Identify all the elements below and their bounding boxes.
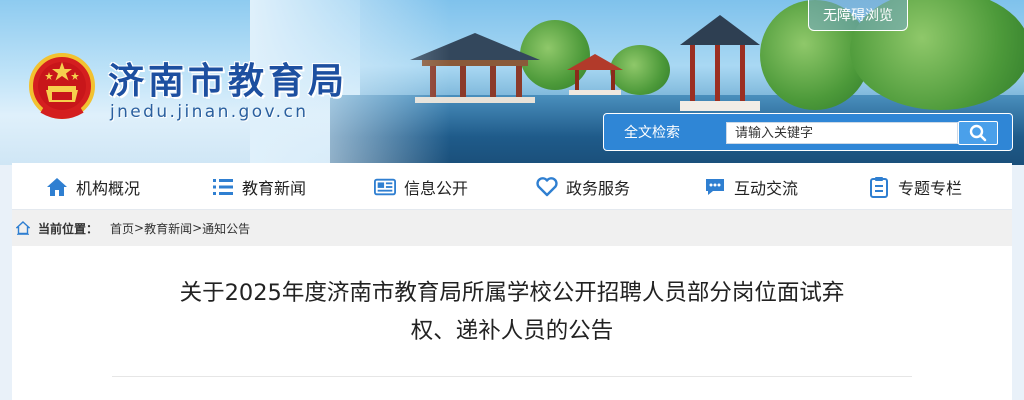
banner-pavilion — [567, 54, 623, 95]
nav-item-label: 信息公开 — [404, 178, 469, 198]
nav-item-label: 政务服务 — [566, 178, 631, 198]
breadcrumb-news-link[interactable]: 教育新闻 — [144, 220, 192, 237]
clipboard-icon — [868, 176, 890, 198]
national-emblem-icon — [29, 53, 95, 119]
header-banner: 济南市教育局 jnedu.jinan.gov.cn 无障碍浏览 全文检索 — [0, 0, 1024, 165]
nav-item-label: 专题专栏 — [898, 178, 963, 198]
document-icon — [374, 176, 396, 198]
nav-item-label: 互动交流 — [734, 178, 799, 198]
article-title-line: 权、递补人员的公告 — [410, 318, 614, 344]
banner-pavilion — [680, 15, 760, 111]
location-home-icon — [16, 221, 30, 235]
chat-icon — [704, 176, 726, 198]
search-icon — [969, 124, 987, 142]
nav-item-label: 机构概况 — [76, 178, 141, 198]
nav-item-disclosure[interactable]: 信息公开 — [374, 163, 468, 210]
main-nav: 机构概况 教育新闻 信息公开 政务服务 互动交流 专题专栏 — [12, 163, 1012, 210]
breadcrumb-separator: > — [134, 221, 145, 235]
breadcrumb-notice-link[interactable]: 通知公告 — [202, 220, 250, 237]
article-title-line: 关于2025年度济南市教育局所属学校公开招聘人员部分岗位面试弃 — [179, 280, 845, 306]
site-domain: jnedu.jinan.gov.cn — [110, 102, 309, 122]
nav-item-news[interactable]: 教育新闻 — [212, 163, 306, 210]
breadcrumb-label: 当前位置： — [38, 221, 99, 236]
breadcrumb-home-link[interactable]: 首页 — [110, 220, 134, 237]
article-title: 关于2025年度济南市教育局所属学校公开招聘人员部分岗位面试弃 权、递补人员的公… — [122, 274, 902, 350]
search-box: 全文检索 — [603, 113, 1013, 151]
search-button[interactable] — [958, 121, 998, 145]
heart-icon — [536, 176, 558, 198]
nav-item-interaction[interactable]: 互动交流 — [704, 163, 798, 210]
nav-item-organization[interactable]: 机构概况 — [46, 163, 140, 210]
home-icon — [46, 176, 68, 198]
title-divider — [112, 376, 912, 377]
breadcrumb-separator: > — [192, 221, 203, 235]
nav-item-label: 教育新闻 — [242, 178, 307, 198]
site-title[interactable]: 济南市教育局 — [108, 52, 348, 104]
article-panel: 关于2025年度济南市教育局所属学校公开招聘人员部分岗位面试弃 权、递补人员的公… — [12, 246, 1012, 400]
breadcrumb: 当前位置： 首页 > 教育新闻 > 通知公告 — [12, 210, 1012, 246]
search-label: 全文检索 — [624, 125, 680, 141]
search-input[interactable] — [726, 122, 958, 144]
accessibility-button[interactable]: 无障碍浏览 — [808, 0, 908, 31]
list-icon — [212, 176, 234, 198]
nav-item-services[interactable]: 政务服务 — [536, 163, 630, 210]
nav-item-topics[interactable]: 专题专栏 — [868, 163, 962, 210]
